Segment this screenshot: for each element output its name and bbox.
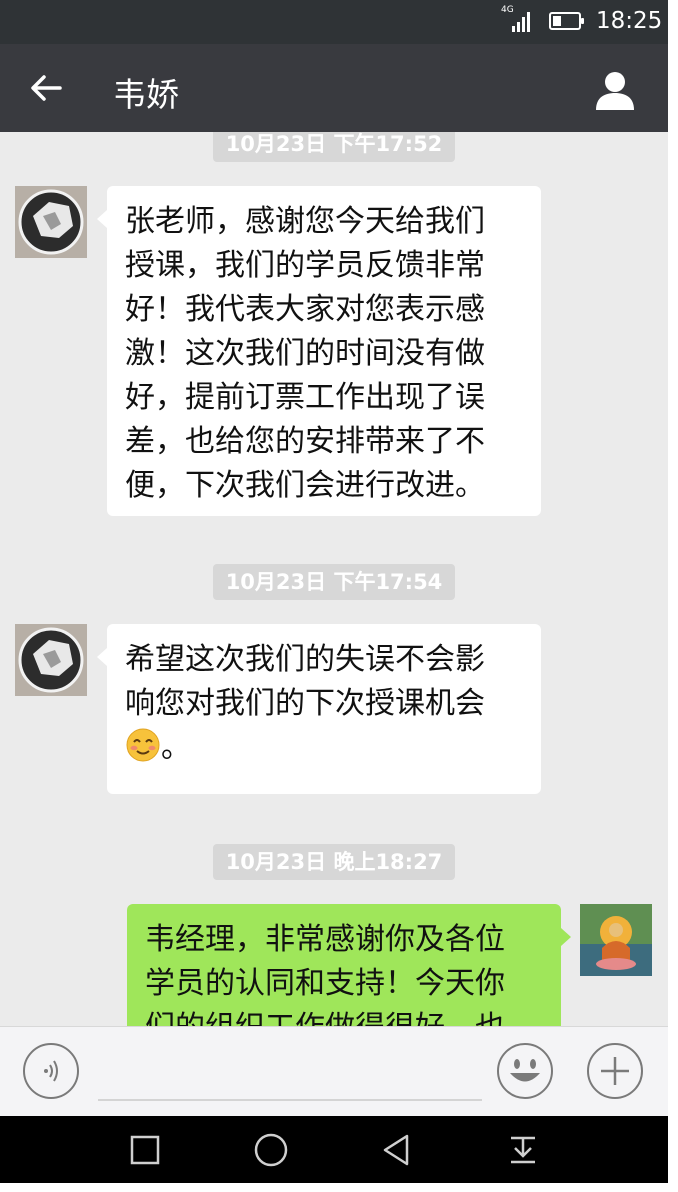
avatar-image [15, 186, 87, 258]
signal-icon [512, 12, 534, 32]
smiley-icon [497, 1043, 553, 1099]
person-icon [596, 72, 634, 110]
phone-screen: 4G 18:25 韦娇 10月23日 下午17:52 张老师，感谢您今天给我们 … [0, 0, 668, 1183]
back-nav-button[interactable] [377, 1130, 417, 1170]
back-button[interactable] [26, 68, 66, 108]
message-line: 授课，我们的学员反馈非常 [125, 248, 485, 283]
chat-info-button[interactable] [592, 68, 638, 112]
message-line: 激！这次我们的时间没有做 [125, 336, 485, 371]
message-input[interactable] [98, 1099, 482, 1101]
message-line: 便，下次我们会进行改进。 [125, 468, 485, 503]
message-line: 。 [125, 726, 523, 770]
home-icon [254, 1133, 288, 1167]
message-timestamp: 10月23日 下午17:52 [213, 132, 455, 162]
message-line: 好，提前订票工作出现了误 [125, 380, 485, 415]
status-time: 18:25 [596, 8, 663, 34]
home-button[interactable] [251, 1130, 291, 1170]
chat-title: 韦娇 [113, 75, 179, 114]
battery-level [553, 16, 561, 26]
message-list[interactable]: 10月23日 下午17:52 张老师，感谢您今天给我们 授课，我们的学员反馈非常… [0, 132, 668, 1026]
message-line: 学员的认同和支持！今天你 [145, 966, 505, 1001]
message-line: 希望这次我们的失误不会影 [125, 642, 485, 677]
message-line: 差，也给您的安排带来了不 [125, 424, 485, 459]
message-line: 响您对我们的下次授课机会 [125, 686, 485, 721]
voice-icon [23, 1043, 79, 1099]
battery-icon [549, 12, 584, 30]
blushing-smile-emoji [126, 728, 160, 762]
message-timestamp: 10月23日 下午17:54 [213, 564, 455, 600]
input-bar [0, 1026, 668, 1116]
plus-icon [587, 1043, 643, 1099]
message-line: 韦经理，非常感谢你及各位 [145, 922, 505, 957]
notification-button[interactable] [503, 1130, 543, 1170]
incoming-message-bubble[interactable]: 张老师，感谢您今天给我们 授课，我们的学员反馈非常 好！我代表大家对您表示感 激… [97, 186, 541, 516]
emoji-button[interactable] [496, 1042, 554, 1100]
voice-button[interactable] [22, 1042, 80, 1100]
contact-avatar[interactable] [15, 624, 87, 696]
more-button[interactable] [586, 1042, 644, 1100]
system-navigation-bar [0, 1116, 668, 1183]
message-timestamp: 10月23日 晚上18:27 [213, 844, 455, 880]
self-avatar[interactable] [580, 904, 652, 976]
arrow-left-icon [31, 75, 62, 101]
message-line: 好！我代表大家对您表示感 [125, 292, 485, 327]
chat-header: 韦娇 [0, 44, 668, 132]
contact-avatar[interactable] [15, 186, 87, 258]
notification-pull-icon [511, 1136, 535, 1164]
status-bar: 4G 18:25 [0, 0, 668, 44]
message-line: 们的组织工作做得很好，也 [145, 1006, 543, 1026]
message-line: 张老师，感谢您今天给我们 [125, 204, 485, 239]
back-triangle-icon [383, 1134, 409, 1166]
recent-apps-icon [130, 1135, 160, 1165]
avatar-image [580, 904, 652, 976]
outgoing-message-bubble[interactable]: 韦经理，非常感谢你及各位 学员的认同和支持！今天你 们的组织工作做得很好，也 [127, 904, 571, 1026]
incoming-message-bubble[interactable]: 希望这次我们的失误不会影 响您对我们的下次授课机会 。 [97, 624, 541, 794]
recent-apps-button[interactable] [125, 1130, 165, 1170]
avatar-image [15, 624, 87, 696]
message-text: 。 [161, 730, 191, 765]
